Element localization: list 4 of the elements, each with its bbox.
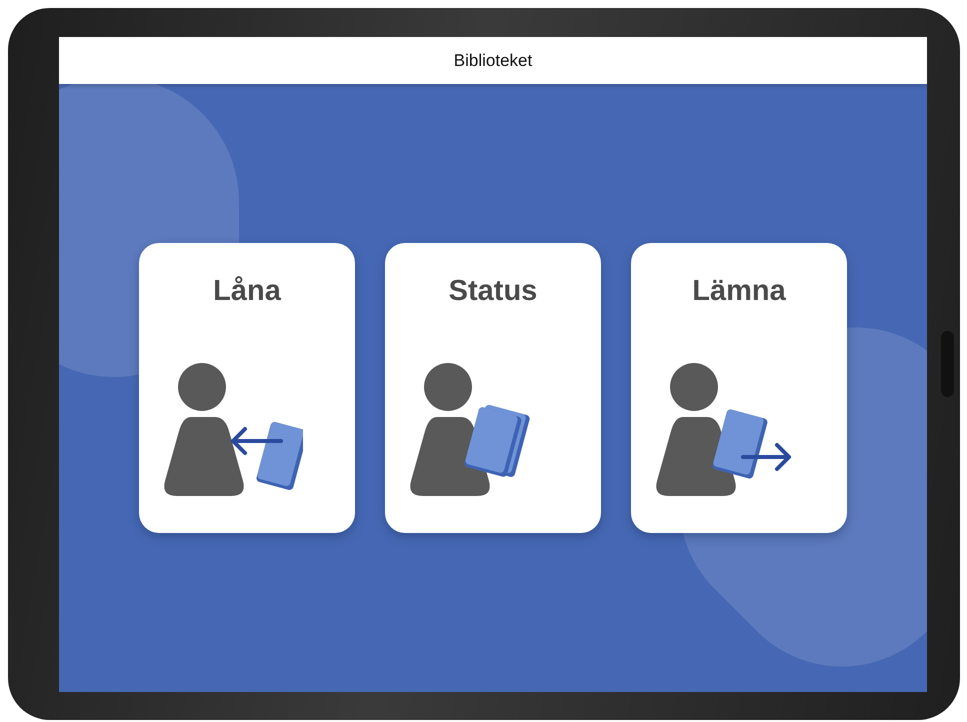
option-card[interactable]: Lämna: [631, 243, 847, 533]
option-card[interactable]: Status: [385, 243, 601, 533]
option-card[interactable]: Låna: [139, 243, 355, 533]
app-title: Biblioteket: [454, 50, 532, 70]
